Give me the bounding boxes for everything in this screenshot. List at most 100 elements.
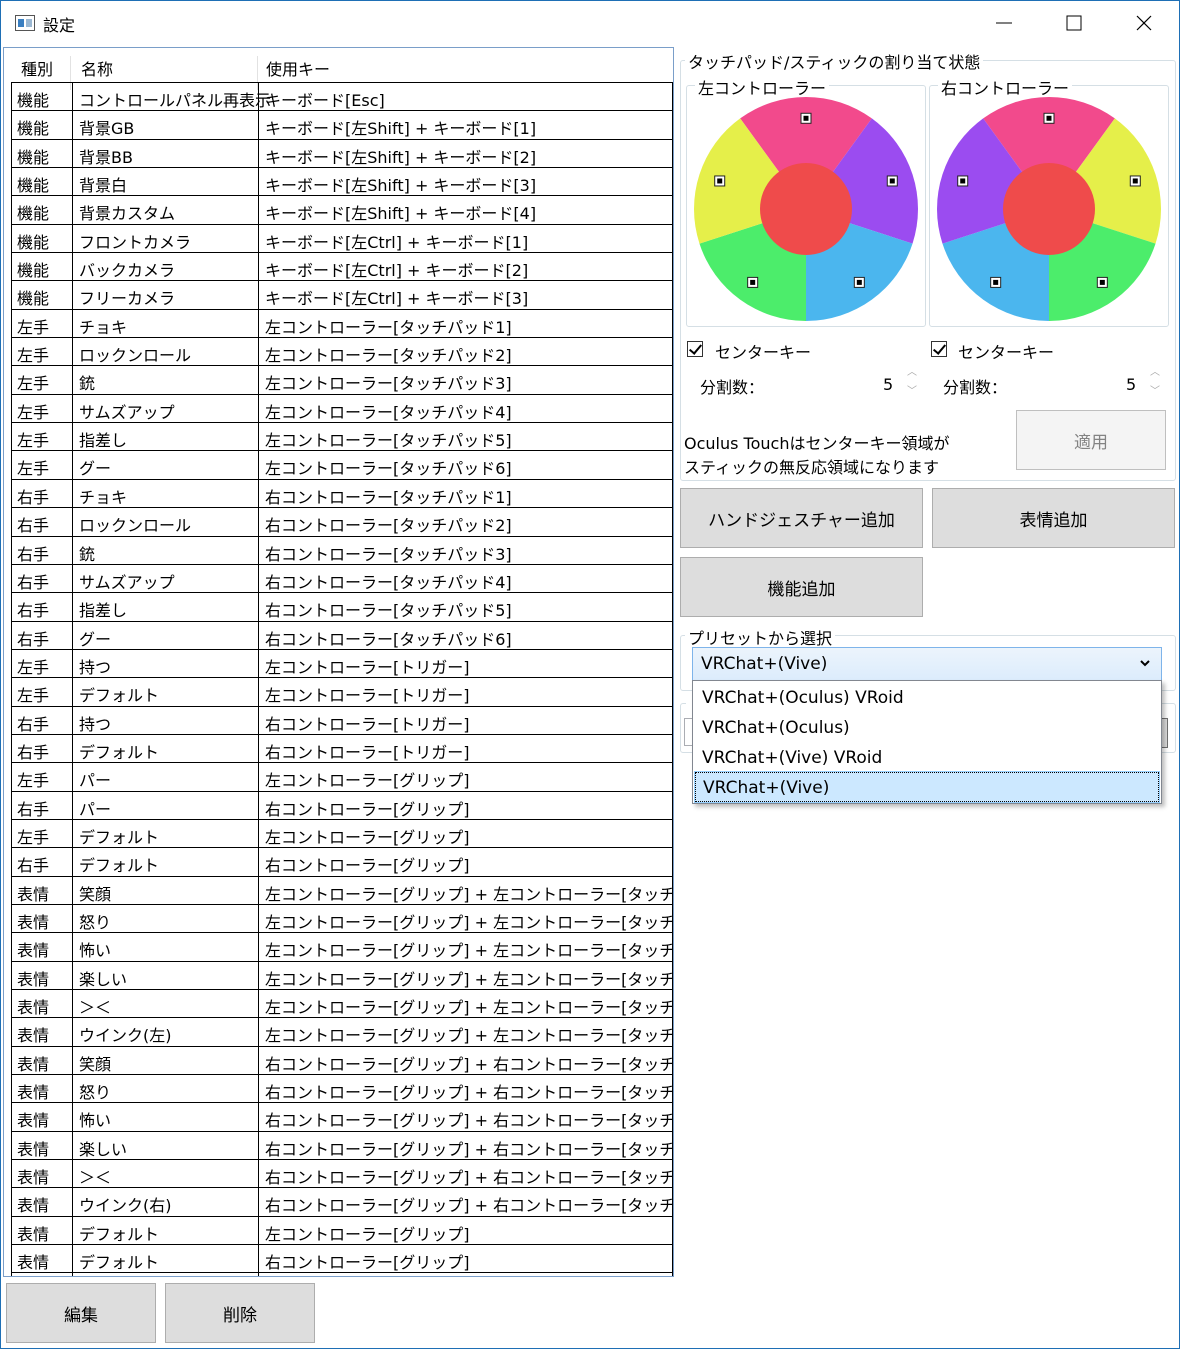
table-row[interactable]: 表情 怒り 右コントローラー[グリップ] + 右コントローラー[タッチパッド2] (11, 1075, 673, 1104)
oculus-note-line2: スティックの無反応領域になります (684, 458, 940, 477)
preset-option[interactable]: VRChat+(Vive) VRoid (695, 743, 1159, 773)
cell-name: サムズアップ (79, 572, 175, 592)
table-row[interactable]: 表情 怖い 右コントローラー[グリップ] + 右コントローラー[タッチパッド3] (11, 1103, 673, 1132)
cell-type: 左手 (17, 346, 50, 366)
close-button[interactable] (1109, 1, 1179, 45)
right-divisions-value[interactable]: 5 (1126, 375, 1136, 394)
table-row[interactable]: 右手 チョキ 右コントローラー[タッチパッド1] (11, 480, 673, 509)
table-row[interactable]: 右手 グー 右コントローラー[タッチパッド6] (11, 622, 673, 650)
oculus-note-line1: Oculus Touchはセンターキー領域が (684, 434, 950, 453)
table-row[interactable]: 表情 デフォルト 左コントローラー[グリップ] (11, 1217, 673, 1246)
table-row[interactable]: 機能 背景BB キーボード[左Shift] + キーボード[2] (11, 140, 673, 169)
table-row[interactable]: 右手 パー 右コントローラー[グリップ] (11, 792, 673, 820)
table-row[interactable]: 表情 ウインク(左) 左コントローラー[グリップ] + 左コントローラー[タッチパッ… (11, 1018, 673, 1047)
spin-down-icon[interactable]: ﹀ (907, 382, 917, 397)
table-row[interactable]: 右手 デフォルト 右コントローラー[グリップ] (11, 848, 673, 877)
table-row[interactable]: 左手 グー 左コントローラー[タッチパッド6] (11, 451, 673, 480)
column-header-key[interactable]: 使用キー (266, 56, 330, 80)
segment-marker-dot (750, 279, 756, 285)
cell-type: 表情 (17, 1083, 50, 1103)
table-row[interactable]: 機能 フロントカメラ キーボード[左Ctrl] + キーボード[1] (11, 225, 673, 254)
table-row[interactable]: 右手 デフォルト 右コントローラー[トリガー] (11, 735, 673, 764)
table-row[interactable]: 左手 ロックンロール 左コントローラー[タッチパッド2] (11, 338, 673, 367)
cell-type: 右手 (17, 714, 50, 734)
left-center-key-checkbox[interactable] (687, 341, 703, 357)
table-row[interactable]: 機能 フリーカメラ キーボード[左Ctrl] + キーボード[3] (11, 281, 673, 310)
table-row[interactable]: 右手 ロックンロール 右コントローラー[タッチパッド2] (11, 508, 673, 537)
apply-button[interactable]: 適用 (1016, 410, 1166, 470)
spin-up-icon[interactable]: ︿ (1150, 363, 1160, 378)
left-divisions-spinner[interactable]: ︿ ﹀ (904, 362, 920, 402)
preset-select[interactable]: VRChat+(Vive) (692, 647, 1162, 681)
delete-button[interactable]: 削除 (165, 1283, 315, 1343)
cell-key: 右コントローラー[グリップ] + 右コントローラー[タッチパッド4] (265, 1139, 674, 1159)
maximize-button[interactable] (1039, 1, 1109, 45)
table-row[interactable]: 表情 楽しい 右コントローラー[グリップ] + 右コントローラー[タッチパッド4] (11, 1132, 674, 1161)
table-row[interactable]: 表情 怒り 左コントローラー[グリップ] + 左コントローラー[タッチパッド2] (11, 905, 673, 934)
table-row[interactable]: 右手 持つ 右コントローラー[トリガー] (11, 707, 673, 735)
table-row[interactable]: 左手 サムズアップ 左コントローラー[タッチパッド4] (11, 395, 673, 424)
table-row[interactable]: 右手 サムズアップ 右コントローラー[タッチパッド4] (11, 565, 673, 594)
table-row[interactable]: 表情 笑顔 左コントローラー[グリップ] + 左コントローラー[タッチパッド1] (11, 877, 673, 905)
table-row[interactable]: 機能 コントロールパネル再表示 キーボード[Esc] (11, 83, 673, 112)
table-row[interactable]: 機能 バックカメラ キーボード[左Ctrl] + キーボード[2] (11, 253, 673, 282)
table-row[interactable]: 右手 指差し 右コントローラー[タッチパッド5] (11, 593, 673, 622)
add-expression-button[interactable]: 表情追加 (932, 488, 1175, 548)
cell-key: 右コントローラー[トリガー] (265, 742, 470, 762)
key-assignment-table[interactable]: 種別 名称 使用キー 機能 コントロールパネル再表示 キーボード[Esc] 機能 背景G… (3, 47, 674, 1277)
table-row[interactable]: 表情 笑顔 右コントローラー[グリップ] + 右コントローラー[タッチパッド1] (11, 1047, 673, 1076)
table-row[interactable]: 表情 怖い 左コントローラー[グリップ] + 左コントローラー[タッチパッド3] (11, 933, 673, 962)
left-divisions-value[interactable]: 5 (883, 375, 893, 394)
app-icon (15, 15, 35, 31)
table-row[interactable]: 左手 持つ 左コントローラー[トリガー] (11, 650, 673, 679)
table-row[interactable]: 右手 銃 右コントローラー[タッチパッド3] (11, 537, 673, 565)
cell-key: 左コントローラー[タッチパッド1] (265, 317, 512, 337)
cell-type: 表情 (17, 912, 50, 932)
cell-type: 機能 (17, 261, 50, 281)
table-row[interactable]: 表情 楽しい 左コントローラー[グリップ] + 左コントローラー[タッチパッド4] (11, 962, 673, 990)
right-center-key-checkbox[interactable] (931, 341, 947, 357)
cell-key: キーボード[左Ctrl] + キーボード[1] (265, 232, 529, 252)
table-row[interactable]: 表情 ＞＜ 右コントローラー[グリップ] + 右コントローラー[タッチパッド5] (11, 1160, 673, 1189)
segment-marker-dot (993, 279, 999, 285)
cell-key: 左コントローラー[グリップ] + 左コントローラー[タッチパッド1] (265, 884, 674, 904)
cell-key: 右コントローラー[タッチパッド2] (265, 516, 512, 536)
cell-key: 右コントローラー[タッチパッド3] (265, 544, 512, 564)
cell-name: チョキ (79, 487, 128, 507)
edit-button[interactable]: 編集 (6, 1283, 156, 1343)
spin-down-icon[interactable]: ﹀ (1150, 382, 1160, 397)
table-row[interactable]: 表情 デフォルト 右コントローラー[グリップ] (11, 1245, 673, 1274)
cell-type: 右手 (17, 544, 50, 564)
table-row[interactable]: 表情 ウインク(右) 右コントローラー[グリップ] + 右コントローラー[タッチパッ… (11, 1188, 673, 1217)
table-row[interactable]: 左手 指差し 左コントローラー[タッチパッド5] (11, 423, 673, 452)
cell-key: 左コントローラー[グリップ] (265, 827, 470, 847)
table-row[interactable]: 表情 ＞＜ 左コントローラー[グリップ] + 左コントローラー[タッチパッド5] (11, 990, 673, 1019)
column-header-type[interactable]: 種別 (21, 56, 53, 80)
window-title: 設定 (43, 16, 76, 35)
cell-name: コントロールパネル再表示 (79, 91, 272, 110)
column-header-name[interactable]: 名称 (81, 56, 113, 80)
cell-type: 表情 (17, 969, 50, 989)
table-row[interactable]: 機能 背景カスタム キーボード[左Shift] + キーボード[4] (11, 196, 673, 225)
add-function-button[interactable]: 機能追加 (680, 557, 923, 617)
add-hand-gesture-button[interactable]: ハンドジェスチャー追加 (680, 488, 923, 548)
minimize-button[interactable] (969, 1, 1039, 45)
preset-option[interactable]: VRChat+(Oculus) (695, 713, 1159, 743)
cell-name: デフォルト (79, 856, 160, 876)
table-row[interactable]: 左手 デフォルト 左コントローラー[トリガー] (11, 678, 673, 707)
cell-type: 表情 (17, 1224, 50, 1244)
spin-up-icon[interactable]: ︿ (907, 363, 917, 378)
table-row[interactable]: 左手 パー 左コントローラー[グリップ] (11, 763, 673, 792)
right-divisions-spinner[interactable]: ︿ ﹀ (1147, 362, 1163, 402)
table-row[interactable]: 左手 銃 左コントローラー[タッチパッド3] (11, 366, 673, 395)
cell-key: 左コントローラー[グリップ] + 左コントローラー[タッチパッド4] (265, 969, 674, 989)
cell-type: 左手 (17, 686, 50, 706)
center-key-region (760, 163, 852, 255)
table-row[interactable]: 左手 デフォルト 左コントローラー[グリップ] (11, 820, 673, 849)
table-row[interactable]: 左手 チョキ 左コントローラー[タッチパッド1] (11, 310, 673, 339)
cell-type: 機能 (17, 91, 50, 110)
table-row[interactable]: 機能 背景白 キーボード[左Shift] + キーボード[3] (11, 168, 673, 197)
table-row[interactable]: 機能 背景GB キーボード[左Shift] + キーボード[1] (11, 111, 673, 140)
preset-option[interactable]: VRChat+(Oculus) VRoid (695, 683, 1159, 713)
preset-option-selected[interactable]: VRChat+(Vive) (694, 771, 1160, 803)
